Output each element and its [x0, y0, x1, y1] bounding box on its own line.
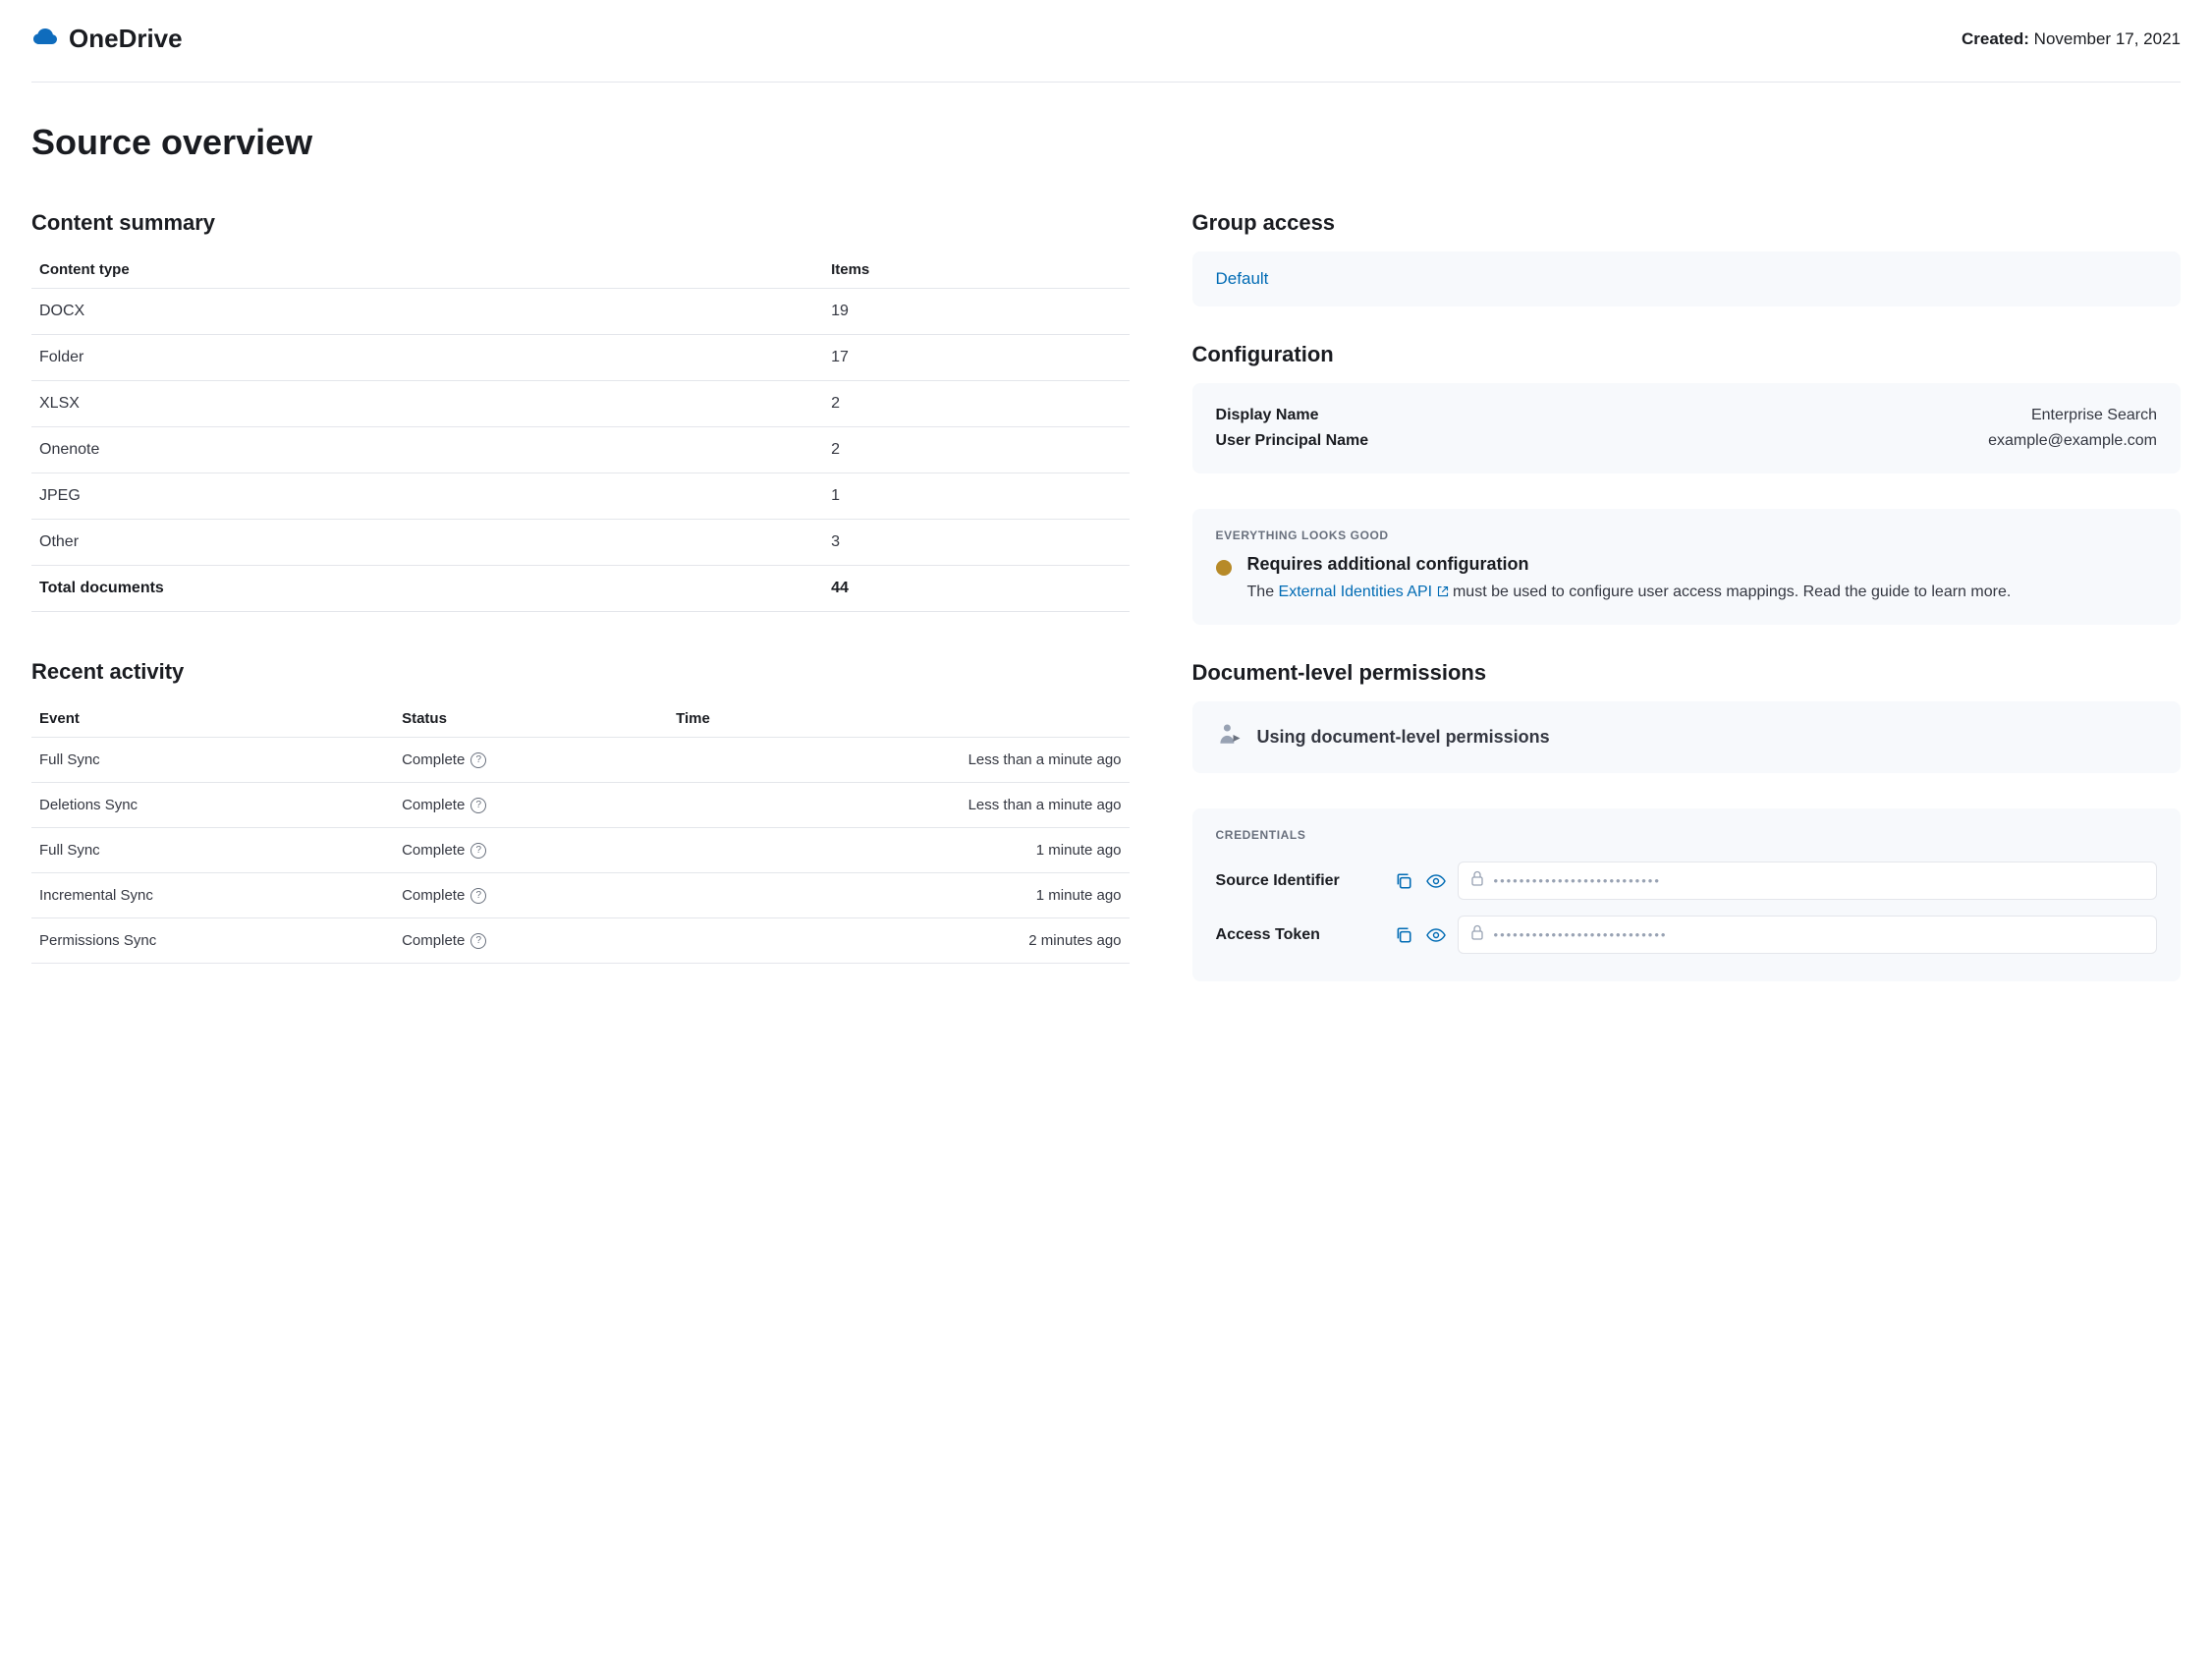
- group-access-link[interactable]: Default: [1216, 269, 1269, 288]
- group-access-panel: Default: [1192, 251, 2181, 306]
- external-identities-link[interactable]: External Identities API: [1279, 584, 1449, 600]
- eye-icon[interactable]: [1426, 928, 1446, 942]
- help-icon[interactable]: ?: [470, 888, 486, 904]
- table-row: Incremental Sync Complete? 1 minute ago: [31, 873, 1130, 918]
- help-icon[interactable]: ?: [470, 933, 486, 949]
- table-row: Full Sync Complete? Less than a minute a…: [31, 738, 1130, 783]
- col-time: Time: [668, 700, 1129, 738]
- table-row: Onenote2: [31, 427, 1130, 473]
- col-event: Event: [31, 700, 394, 738]
- table-row: Deletions Sync Complete? Less than a min…: [31, 783, 1130, 828]
- config-value: Enterprise Search: [2031, 407, 2157, 424]
- credential-masked: ••••••••••••••••••••••••••: [1494, 873, 1661, 888]
- config-label: Display Name: [1216, 407, 1319, 424]
- credential-label: Source Identifier: [1216, 872, 1383, 890]
- dlp-panel: Using document-level permissions: [1192, 701, 2181, 773]
- content-summary-title: Content summary: [31, 210, 1130, 236]
- config-value: example@example.com: [1988, 432, 2157, 450]
- credentials-panel: CREDENTIALS Source Identifier ••••••••••…: [1192, 808, 2181, 981]
- onedrive-icon: [31, 27, 59, 51]
- status-callout-panel: EVERYTHING LOOKS GOOD Requires additiona…: [1192, 509, 2181, 625]
- table-row-total: Total documents44: [31, 566, 1130, 612]
- copy-icon[interactable]: [1395, 872, 1412, 890]
- table-row: Permissions Sync Complete? 2 minutes ago: [31, 918, 1130, 964]
- callout-title: Requires additional configuration: [1247, 554, 2012, 575]
- col-items: Items: [823, 251, 1129, 289]
- credentials-overline: CREDENTIALS: [1216, 828, 2157, 842]
- credential-input[interactable]: ••••••••••••••••••••••••••: [1458, 862, 2157, 900]
- configuration-title: Configuration: [1192, 342, 2181, 367]
- help-icon[interactable]: ?: [470, 798, 486, 813]
- callout-body: The External Identities API must be used…: [1247, 581, 2012, 605]
- dlp-panel-text: Using document-level permissions: [1257, 727, 1550, 748]
- copy-icon[interactable]: [1395, 926, 1412, 944]
- recent-activity-title: Recent activity: [31, 659, 1130, 685]
- config-label: User Principal Name: [1216, 432, 1369, 450]
- table-row: Other3: [31, 520, 1130, 566]
- recent-activity-table: Event Status Time Full Sync Complete? Le…: [31, 700, 1130, 964]
- content-summary-table: Content type Items DOCX19 Folder17 XLSX2…: [31, 251, 1130, 612]
- eye-icon[interactable]: [1426, 874, 1446, 888]
- brand: OneDrive: [31, 24, 183, 54]
- lock-icon: [1470, 924, 1484, 945]
- user-permission-icon: [1216, 721, 1244, 753]
- dlp-title: Document-level permissions: [1192, 660, 2181, 686]
- help-icon[interactable]: ?: [470, 843, 486, 859]
- app-name: OneDrive: [69, 24, 183, 54]
- page-title: Source overview: [31, 122, 2181, 163]
- credential-row: Access Token •••••••••••••••••••••••••••: [1216, 908, 2157, 962]
- credential-masked: •••••••••••••••••••••••••••: [1494, 927, 1668, 942]
- group-access-title: Group access: [1192, 210, 2181, 236]
- table-row: Folder17: [31, 335, 1130, 381]
- table-row: Full Sync Complete? 1 minute ago: [31, 828, 1130, 873]
- external-link-icon: [1437, 582, 1449, 605]
- configuration-panel: Display Name Enterprise Search User Prin…: [1192, 383, 2181, 473]
- col-content-type: Content type: [31, 251, 823, 289]
- col-status: Status: [394, 700, 668, 738]
- created-date: Created: November 17, 2021: [1962, 29, 2181, 49]
- status-overline: EVERYTHING LOOKS GOOD: [1216, 528, 2157, 542]
- credential-label: Access Token: [1216, 926, 1383, 944]
- credential-input[interactable]: •••••••••••••••••••••••••••: [1458, 916, 2157, 954]
- help-icon[interactable]: ?: [470, 752, 486, 768]
- warning-dot-icon: [1216, 560, 1232, 576]
- credential-row: Source Identifier ••••••••••••••••••••••…: [1216, 854, 2157, 908]
- table-row: DOCX19: [31, 289, 1130, 335]
- table-row: XLSX2: [31, 381, 1130, 427]
- lock-icon: [1470, 870, 1484, 891]
- table-row: JPEG1: [31, 473, 1130, 520]
